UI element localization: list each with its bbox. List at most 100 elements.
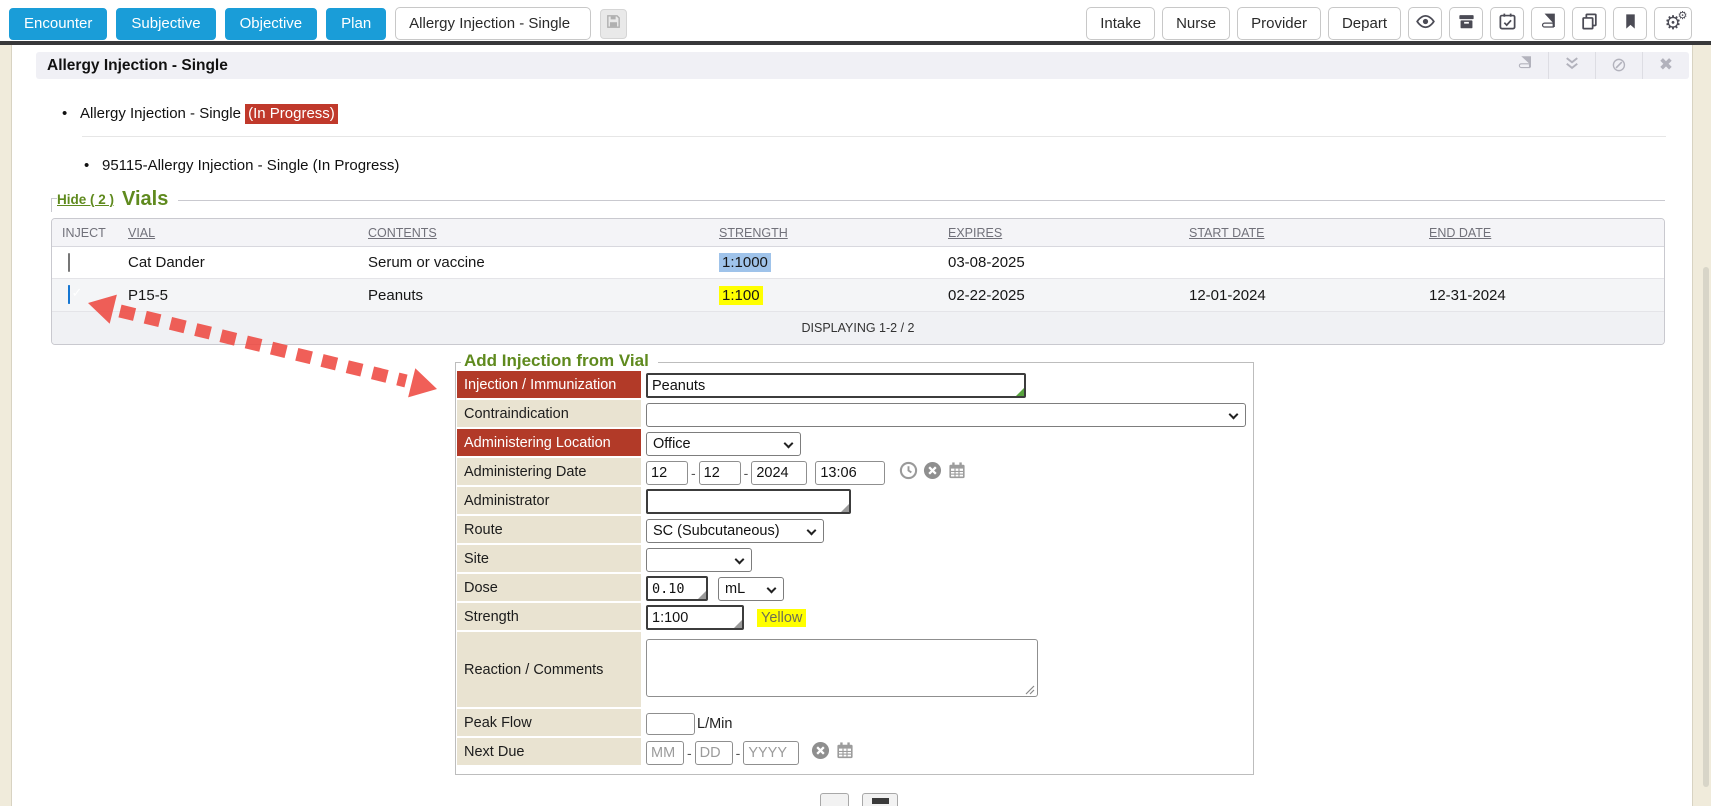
administrator-input[interactable] — [646, 489, 851, 514]
collapse-button[interactable] — [1549, 52, 1595, 79]
clock-icon[interactable] — [899, 461, 918, 485]
form-row-reaction: Reaction / Comments — [457, 632, 1253, 709]
admin-date-year-input[interactable] — [751, 461, 807, 485]
intake-button[interactable]: Intake — [1086, 7, 1155, 40]
dose-input[interactable] — [646, 576, 708, 601]
chevron-down-icon — [807, 525, 817, 535]
peak-flow-input[interactable] — [646, 713, 695, 735]
app-window: Encounter Subjective Objective Plan Alle… — [0, 0, 1711, 806]
plan-button[interactable]: Plan — [326, 8, 386, 40]
calendar-icon[interactable] — [947, 461, 967, 485]
book-icon — [1516, 54, 1534, 77]
chevron-down-icon — [784, 438, 794, 448]
form-row-peak-flow: Peak Flow L/Min — [457, 709, 1253, 738]
eye-icon — [1415, 11, 1436, 37]
clear-icon[interactable] — [923, 461, 942, 485]
form-row-injection: Injection / Immunization — [457, 371, 1253, 400]
panel-titlebar: Allergy Injection - Single ⊘ ✖ — [36, 52, 1689, 79]
table-row: Cat Dander Serum or vaccine 1:1000 03-08… — [52, 247, 1664, 279]
form-row-strength: Strength Yellow — [457, 603, 1253, 632]
save-action-button[interactable] — [820, 793, 849, 806]
vials-legend: Hide ( 2 ) Vials — [57, 188, 1665, 211]
hide-vials-link[interactable]: Hide ( 2 ) — [57, 192, 114, 207]
notes-button[interactable] — [1502, 52, 1548, 79]
vials-section-title: Vials — [122, 188, 168, 211]
site-label: Site — [457, 545, 641, 574]
admin-time-input[interactable] — [815, 461, 885, 485]
strength-color-note: Yellow — [757, 609, 806, 627]
nurse-button[interactable]: Nurse — [1162, 7, 1230, 40]
vertical-scrollbar[interactable] — [1703, 267, 1709, 787]
calendar-icon[interactable] — [835, 741, 855, 765]
bookmark-button[interactable] — [1613, 7, 1647, 40]
depart-button[interactable]: Depart — [1328, 7, 1401, 40]
col-vial[interactable]: VIAL — [118, 226, 358, 240]
provider-button[interactable]: Provider — [1237, 7, 1321, 40]
encounter-button[interactable]: Encounter — [9, 8, 107, 40]
peak-flow-unit: L/Min — [697, 716, 732, 732]
form-row-route: Route SC (Subcutaneous) — [457, 516, 1253, 545]
archive-button[interactable] — [1449, 7, 1483, 40]
resize-handle-icon[interactable] — [1025, 685, 1035, 695]
disable-button[interactable]: ⊘ — [1596, 52, 1642, 79]
calendar-check-button[interactable] — [1490, 7, 1524, 40]
col-start-date[interactable]: START DATE — [1179, 226, 1419, 240]
print-button[interactable] — [862, 793, 898, 806]
clear-icon[interactable] — [811, 741, 830, 765]
eye-button[interactable] — [1408, 7, 1442, 40]
col-end-date[interactable]: END DATE — [1419, 226, 1664, 240]
contraindication-select[interactable] — [646, 403, 1246, 427]
peak-flow-label: Peak Flow — [457, 709, 641, 738]
col-expires[interactable]: EXPIRES — [938, 226, 1179, 240]
contraindication-label: Contraindication — [457, 400, 641, 429]
chevron-down-icon — [735, 554, 745, 564]
archive-icon — [1457, 12, 1476, 36]
vial-name: Cat Dander — [118, 254, 358, 271]
next-due-day-input[interactable] — [695, 741, 733, 765]
col-contents[interactable]: CONTENTS — [358, 226, 709, 240]
settings-button[interactable]: ⚙⚙ — [1654, 7, 1692, 40]
inject-checkbox[interactable] — [68, 285, 70, 304]
form-row-site: Site — [457, 545, 1253, 574]
vials-table-header: INJECT VIAL CONTENTS STRENGTH EXPIRES ST… — [52, 219, 1664, 247]
list-item: •95115-Allergy Injection - Single (In Pr… — [84, 157, 399, 174]
journal-button[interactable] — [1531, 7, 1565, 40]
injection-input[interactable] — [646, 373, 1026, 398]
inject-checkbox[interactable] — [68, 253, 70, 272]
dose-unit-select[interactable]: mL — [718, 577, 784, 601]
next-due-month-input[interactable] — [646, 741, 684, 765]
printer-icon — [872, 798, 889, 804]
administering-location-select[interactable]: Office — [646, 432, 801, 456]
subjective-button[interactable]: Subjective — [116, 8, 215, 40]
route-select[interactable]: SC (Subcutaneous) — [646, 519, 824, 543]
disable-icon: ⊘ — [1611, 56, 1627, 75]
col-strength[interactable]: STRENGTH — [709, 226, 938, 240]
dose-label: Dose — [457, 574, 641, 603]
site-select[interactable] — [646, 548, 752, 572]
panel-title: Allergy Injection - Single — [36, 57, 228, 75]
reaction-textarea[interactable] — [646, 639, 1038, 697]
vial-contents: Peanuts — [358, 287, 709, 304]
save-button[interactable] — [600, 9, 627, 39]
vial-contents: Serum or vaccine — [358, 254, 709, 271]
form-instance-label: Allergy Injection - Single — [80, 105, 241, 122]
admin-date-month-input[interactable] — [646, 461, 688, 485]
strength-input[interactable] — [646, 605, 744, 630]
objective-button[interactable]: Objective — [225, 8, 318, 40]
next-due-year-input[interactable] — [743, 741, 799, 765]
admin-date-day-input[interactable] — [699, 461, 741, 485]
copy-button[interactable] — [1572, 7, 1606, 40]
col-inject: INJECT — [52, 226, 118, 240]
table-pagination: DISPLAYING 1-2 / 2 — [52, 312, 1664, 344]
close-button[interactable]: ✖ — [1643, 52, 1689, 79]
status-badge: (In Progress) — [245, 104, 338, 124]
vial-expires: 03-08-2025 — [938, 254, 1179, 271]
route-label: Route — [457, 516, 641, 545]
administering-date-label: Administering Date — [457, 458, 641, 487]
table-row: P15-5 Peanuts 1:100 02-22-2025 12-01-202… — [52, 279, 1664, 312]
book-icon — [1539, 12, 1558, 36]
form-selector-button[interactable]: Allergy Injection - Single — [395, 7, 591, 40]
vial-strength: 1:100 — [719, 286, 763, 305]
form-row-administrator: Administrator — [457, 487, 1253, 516]
reaction-label: Reaction / Comments — [457, 632, 641, 709]
